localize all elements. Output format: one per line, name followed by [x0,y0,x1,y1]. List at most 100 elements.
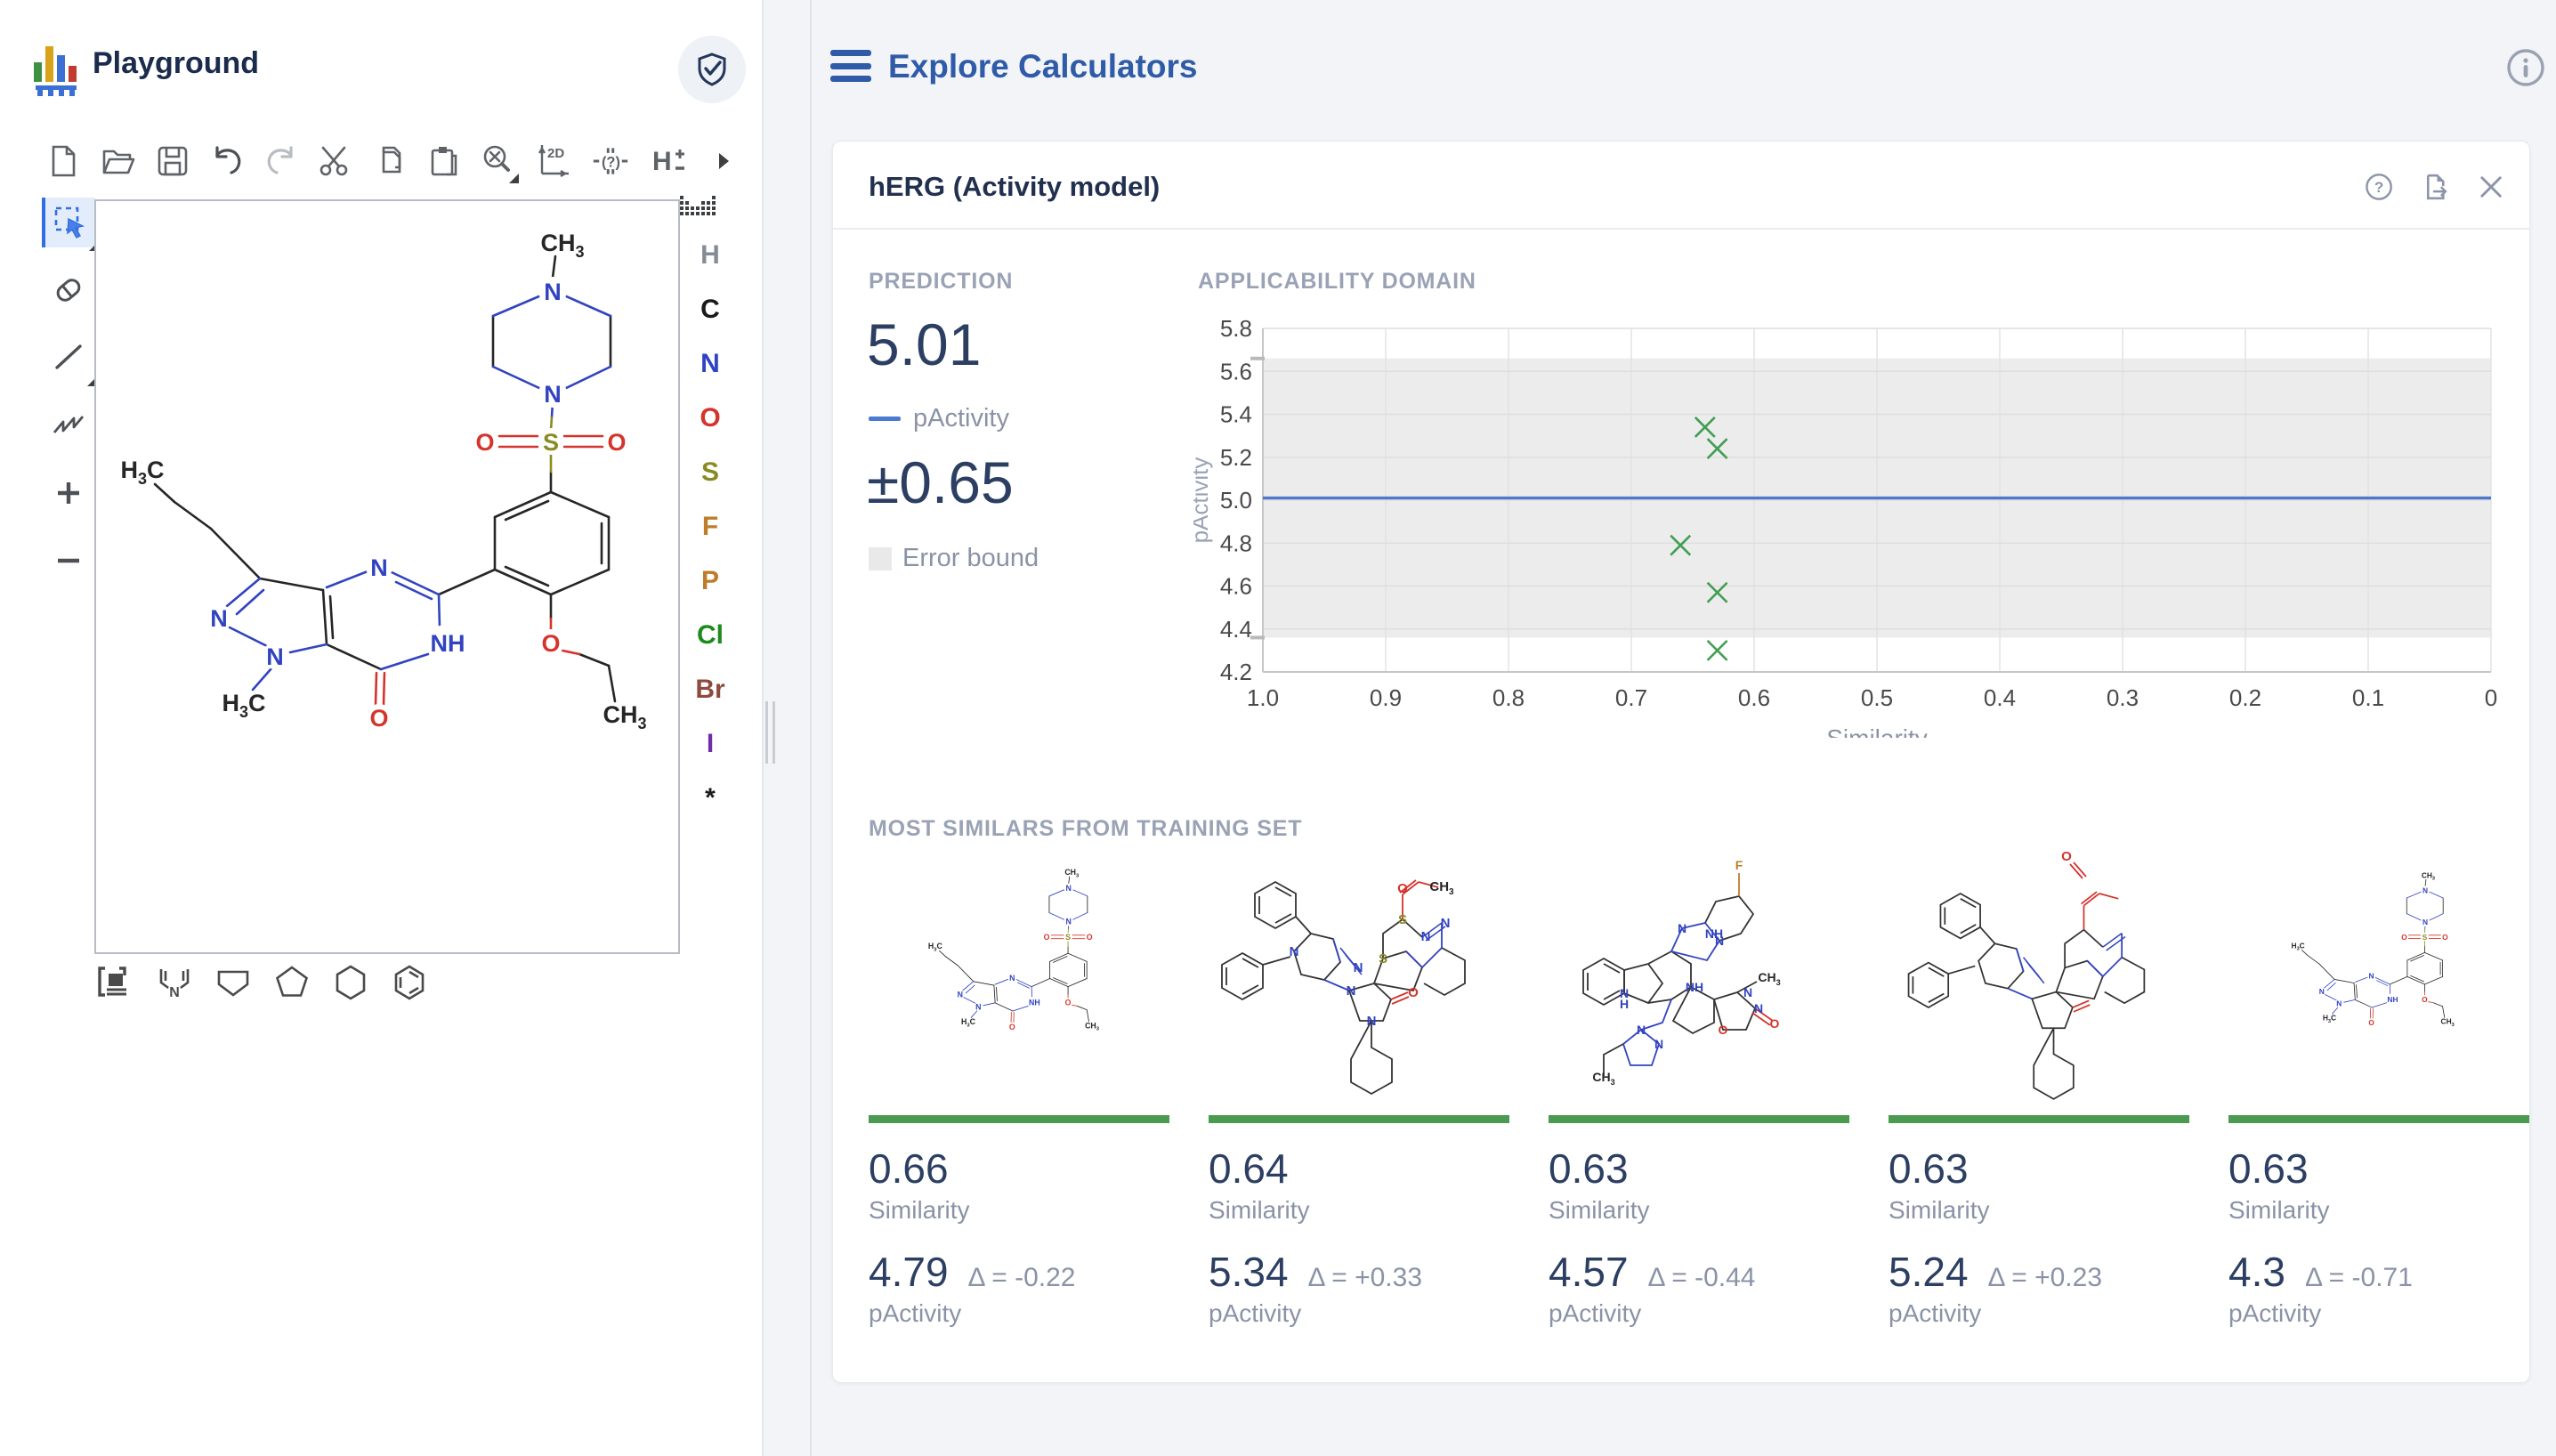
svg-text:NH: NH [431,630,465,657]
svg-text:O: O [1408,985,1419,1000]
element-button-*[interactable]: * [705,783,716,813]
x-tick-label: 0.2 [2229,684,2261,711]
panel-resize-handle[interactable] [765,701,778,764]
similarity-bar [1549,1115,1849,1123]
menu-icon[interactable] [830,50,871,82]
application-window: Playground [0,0,2556,1456]
similar-molecule-card: NN NN SS ON N OCH3 0.64 Similarity [1209,852,1509,1328]
layout-2d-button[interactable]: 2D [535,142,572,180]
element-button-S[interactable]: S [701,457,719,488]
molecule-editor-panel: Playground [0,0,762,1456]
svg-text:N: N [169,985,180,1000]
svg-text:CH3: CH3 [1429,879,1454,897]
svg-text:S: S [543,429,559,456]
model-card-title: hERG (Activity model) [869,171,1160,203]
svg-text:N: N [1441,916,1451,931]
pactivity-delta: Δ = +0.33 [1308,1263,1422,1293]
applicability-domain-label: APPLICABILITY DOMAIN [1198,269,1476,295]
similars-section-label: MOST SIMILARS FROM TRAINING SET [869,816,1302,842]
paste-button[interactable] [426,142,461,180]
charge-plus-tool[interactable] [44,468,93,518]
drawing-tools-column [43,198,94,586]
benzene-template-button[interactable] [390,963,429,1002]
applicability-domain-chart: 5.85.65.45.25.04.84.64.44.21.00.90.80.70… [1193,311,2520,738]
svg-text:S: S [1379,951,1387,967]
svg-text:CH3: CH3 [603,701,646,732]
pactivity-label: pActivity [1549,1299,1849,1328]
element-button-Br[interactable]: Br [695,675,724,705]
similarity-bar [869,1115,1169,1123]
y-tick-label: 4.2 [1220,659,1252,685]
similarity-bar [1209,1115,1509,1123]
structure-canvas[interactable]: CH3 N N S O O O CH3 N NH O N N H3C [94,199,680,954]
pyrrole-template-button[interactable]: N [155,963,194,1002]
svg-text:H: H [652,147,672,176]
cut-button[interactable] [318,142,352,180]
panel-title: Explore Calculators [888,48,1198,85]
pactivity-label: pActivity [2228,1299,2529,1328]
x-tick-label: 0.9 [1370,684,1402,711]
svg-text:CH3: CH3 [1592,1070,1614,1087]
pactivity-delta: Δ = -0.44 [1648,1263,1756,1293]
svg-text:O: O [475,429,494,456]
expand-toolbar-button[interactable] [706,142,740,180]
element-button-H[interactable]: H [700,240,720,271]
similarity-value: 0.66 [869,1145,1169,1193]
validate-structure-button[interactable] [678,36,746,103]
similarity-label: Similarity [1209,1196,1509,1225]
open-file-button[interactable] [101,142,136,180]
error-bound-legend: Error bound [869,544,1039,573]
element-button-N[interactable]: N [700,349,720,379]
copy-button[interactable] [372,142,407,180]
zoom-reset-button[interactable] [480,142,515,180]
svg-text:O: O [607,429,626,456]
element-button-O[interactable]: O [700,403,720,433]
cyclohexane-template-button[interactable] [331,963,370,1002]
template-bar: N [96,963,595,1002]
undo-button[interactable] [210,142,245,180]
info-icon [2505,47,2546,88]
chain-tool[interactable] [44,400,93,450]
app-logo-icon [34,44,78,91]
hydrogen-add-remove-button[interactable]: H [649,142,686,180]
similar-molecule-image: NN NN SS ON N OCH3 [1209,852,1509,1110]
similarity-value: 0.63 [2228,1145,2529,1193]
info-button[interactable] [2504,46,2547,89]
element-button-C[interactable]: C [700,295,720,325]
prediction-legend: pActivity [869,404,1009,433]
pactivity-delta: Δ = -0.71 [2305,1263,2413,1293]
cyclopentane-template-button[interactable] [272,963,311,1002]
x-tick-label: 1.0 [1247,684,1279,711]
svg-text:H3C: H3C [120,457,164,488]
single-bond-tool[interactable] [44,333,93,383]
svg-text:N: N [1743,985,1752,999]
similar-molecule-card: F NN NH NH NH NN CH3 ONN OCH3 [1549,852,1849,1328]
charge-minus-tool[interactable] [44,536,93,586]
close-icon[interactable] [2476,169,2506,205]
element-button-I[interactable]: I [707,729,714,759]
query-structure-button[interactable]: (?) [592,142,629,180]
help-icon[interactable]: ? [2364,169,2394,205]
save-button[interactable] [156,142,190,180]
similarity-value: 0.63 [1549,1145,1849,1193]
similarity-value: 0.64 [1209,1145,1509,1193]
prediction-section-label: PREDICTION [869,269,1013,295]
svg-text:O: O [1719,1023,1728,1037]
svg-text:O: O [2061,852,2072,864]
svg-text:N: N [544,279,562,305]
redo-button[interactable] [263,142,298,180]
x-tick-label: 0.8 [1492,684,1525,711]
element-button-Cl[interactable]: Cl [697,620,724,651]
element-button-P[interactable]: P [701,566,719,596]
new-document-button[interactable] [46,142,81,180]
abbreviation-template-button[interactable] [96,963,135,1002]
open-ring-template-button[interactable] [214,963,253,1002]
element-button-F[interactable]: F [702,512,718,542]
similarity-bar [2228,1115,2529,1123]
export-icon[interactable] [2419,168,2451,206]
similar-molecule-image: O [1889,852,2189,1110]
periodic-table-icon[interactable] [680,196,719,223]
svg-text:N: N [1347,983,1356,999]
select-tool[interactable] [42,198,95,247]
erase-tool[interactable] [44,265,93,315]
